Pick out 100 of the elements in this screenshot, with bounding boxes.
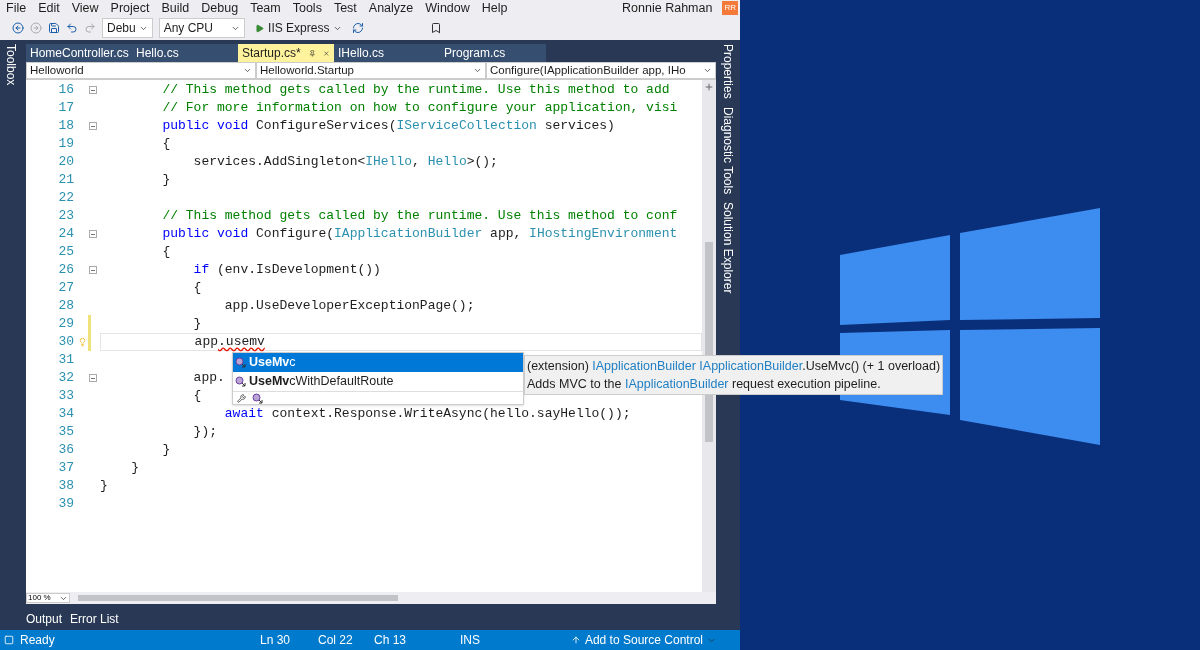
code-line: app. [192,369,225,388]
split-icon[interactable] [704,82,714,92]
fold-toggle[interactable] [89,122,97,130]
menu-item[interactable]: View [71,0,99,18]
wrench-icon[interactable] [237,393,246,403]
close-icon[interactable] [323,48,330,58]
code-line: } [192,315,202,334]
line-number: 24 [57,225,75,244]
line-number: 26 [57,261,75,280]
menu-item[interactable]: Help [481,0,508,18]
menu-item[interactable]: Debug [201,0,239,18]
scrollbar-thumb[interactable] [78,595,398,601]
line-number: 17 [57,99,75,118]
line-number: 28 [57,297,75,316]
back-icon[interactable] [12,22,24,34]
code-line: { [192,387,202,406]
menu-item[interactable]: Team [250,0,281,18]
line-number: 33 [57,387,75,406]
line-number: 22 [57,189,75,208]
menu-item[interactable]: Project [110,0,150,18]
navigation-dropdown[interactable]: Configure(IApplicationBuilder app, IHo [486,62,716,79]
run-button[interactable]: IIS Express [251,18,347,38]
line-number: 25 [57,243,75,262]
code-line: }); [192,423,218,442]
line-number: 23 [57,207,75,226]
file-tab[interactable]: Hello.cs [132,44,238,62]
line-number: 39 [57,495,75,514]
menu-item[interactable]: Test [333,0,357,18]
char-indicator: Ch 13 [374,632,408,649]
play-icon [255,23,265,33]
code-line: } [130,459,139,478]
code-line: public void Configure(IApplicationBuilder app, IHostingEnvironment [161,225,678,244]
dropdown-caret-icon [703,66,712,75]
navigation-dropdown[interactable]: Helloworld [26,62,256,79]
menu-item[interactable]: Build [161,0,190,18]
status-text: Ready [20,632,56,649]
navigation-dropdown[interactable]: Helloworld.Startup [256,62,486,79]
menu-item[interactable]: Analyze [368,0,414,18]
zoom-dropdown[interactable]: 100 % [26,593,70,603]
code-line: public void ConfigureServices(IServiceCollection services) [161,117,615,136]
code-line: } [161,441,171,460]
side-panel-tab[interactable]: Solution Explorer [719,201,737,294]
source-control-button[interactable]: Add to Source Control [570,631,716,649]
code-line: { [161,243,171,262]
line-number: 34 [57,405,75,424]
toolbox-panel-tab[interactable]: Toolbox [2,44,20,86]
bookmark-icon[interactable] [430,22,443,34]
side-panel-tab[interactable]: Diagnostic Tools [719,106,737,194]
menu-item[interactable]: Tools [292,0,322,18]
line-indicator: Ln 30 [260,632,292,649]
insert-mode-indicator: INS [460,632,481,649]
fold-toggle[interactable] [89,230,97,238]
extension-method-icon [235,357,246,368]
code-line: app.usemv [193,333,265,352]
code-line: services.AddSingleton<IHello, Hello>(); [192,153,498,172]
menu-item[interactable]: File [6,0,27,18]
line-number: 18 [57,117,75,136]
line-number: 38 [57,477,75,496]
code-line: { [161,135,171,154]
platform-dropdown[interactable]: Any CPU [158,18,246,38]
panel-tab[interactable]: Output [26,610,63,628]
tooltip-line: Adds MVC to the IApplicationBuilder request execution pipeline. [527,376,882,393]
line-number: 30 [57,333,75,352]
fold-toggle[interactable] [89,266,97,274]
tooltip-line: (extension) IApplicationBuilder IApplicationBuilder.UseMvc() (+ 1 overload) [527,358,941,375]
code-line: if (env.IsDevelopment()) [192,261,381,280]
code-line: await context.Response.WriteAsync(hello.sayHello()); [223,405,631,424]
menu-item[interactable]: Edit [38,0,60,18]
completion-item[interactable]: UseMvcWithDefaultRoute [233,372,523,391]
line-number: 32 [57,369,75,388]
line-number: 27 [57,279,75,298]
completion-item[interactable]: UseMvc [233,353,523,372]
line-number: 19 [57,135,75,154]
extension-method-icon [252,392,263,404]
code-line: { [192,279,202,298]
code-line: // For more information on how to configure your application, visi [161,99,678,118]
fold-toggle[interactable] [89,86,97,94]
save-icon[interactable] [48,22,60,34]
menu-item[interactable]: Window [425,0,470,18]
extension-method-icon [235,376,246,387]
pin-icon[interactable] [308,48,316,58]
file-tab[interactable]: HomeController.cs [26,44,132,62]
file-tab[interactable]: Startup.cs* [238,44,334,62]
side-panel-tab[interactable]: Properties [719,44,737,99]
line-number: 37 [57,459,75,478]
file-tab[interactable]: Program.cs [440,44,546,62]
line-number: 29 [57,315,75,334]
configuration-dropdown[interactable]: Debu [102,18,153,38]
code-line: } [161,171,171,190]
line-number: 31 [57,351,75,370]
line-number: 20 [57,153,75,172]
panel-tab[interactable]: Error List [70,610,119,628]
user-name[interactable]: Ronnie Rahman [622,0,713,18]
undo-icon[interactable] [66,22,78,34]
code-line: } [100,477,108,496]
code-line: // This method gets called by the runtime. Use this method to conf [161,207,678,226]
fold-toggle[interactable] [89,374,97,382]
refresh-icon[interactable] [352,22,365,34]
code-line: // This method gets called by the runtime. Use this method to add [161,81,670,100]
file-tab[interactable]: IHello.cs [334,44,440,62]
